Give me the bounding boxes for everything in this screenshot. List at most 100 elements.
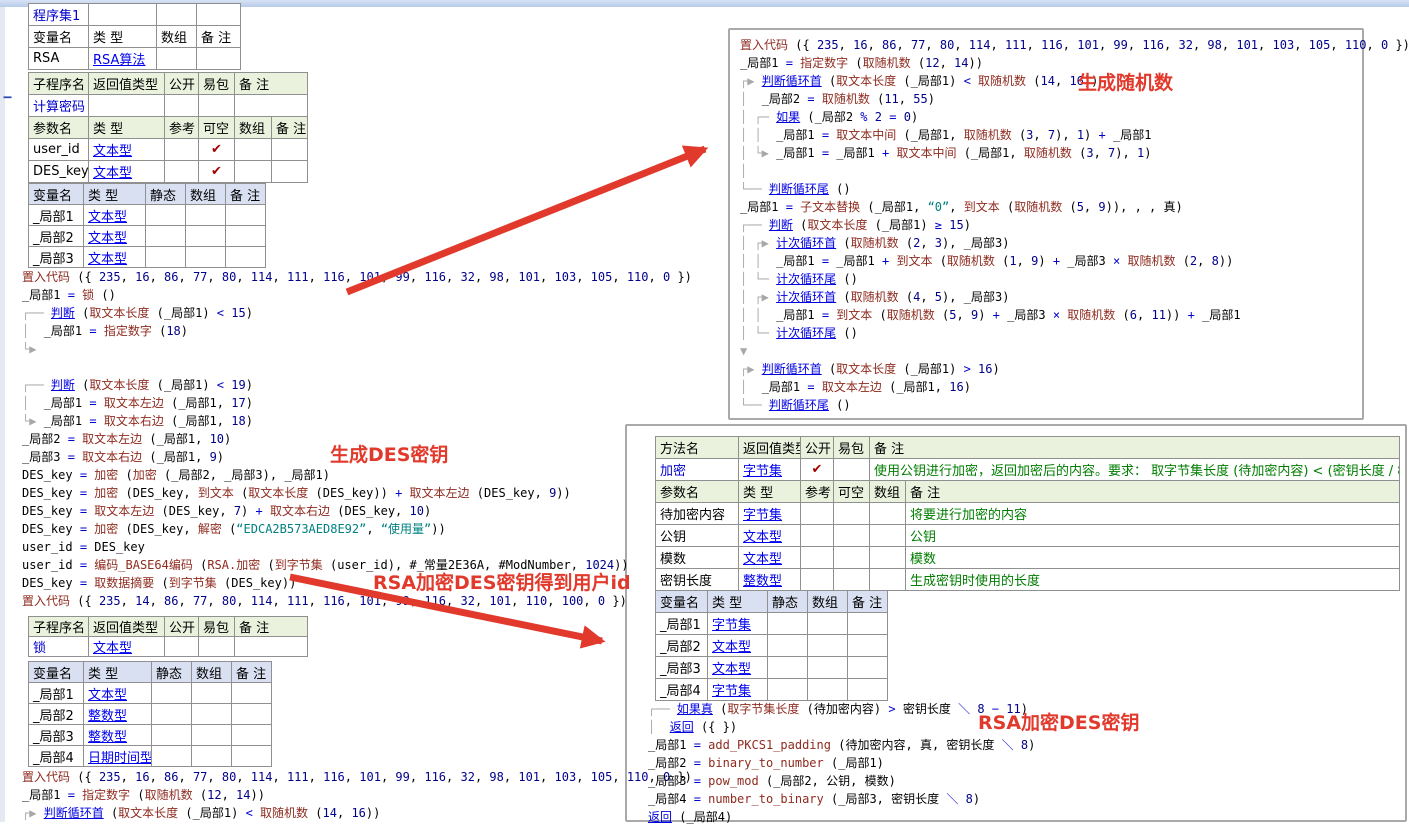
flow-keyword[interactable]: 判断循环尾 <box>769 398 829 412</box>
code-token: ( <box>157 378 164 392</box>
code-token: 77 <box>193 594 207 608</box>
code-token <box>217 576 224 590</box>
table-cell <box>186 226 226 247</box>
type-link[interactable]: 文本型 <box>84 683 152 704</box>
type-link[interactable]: 文本型 <box>739 547 801 569</box>
code-token: 18 <box>166 324 180 338</box>
type-link[interactable]: 文本型 <box>84 247 146 268</box>
flow-keyword[interactable]: 计次循环尾 <box>776 272 836 286</box>
table-cell: 数组 <box>157 26 197 48</box>
table-row: 模数文本型模数 <box>656 547 1400 569</box>
tree-connector-icon: │ │ <box>740 254 776 268</box>
code-token: 10 <box>210 432 224 446</box>
flow-keyword[interactable]: 返回 <box>670 720 694 734</box>
type-link[interactable]: 文本型 <box>739 525 801 547</box>
type-link[interactable]: 整数型 <box>84 725 152 746</box>
type-link[interactable]: 文本型 <box>708 635 768 657</box>
flow-keyword[interactable]: 计次循环首 <box>776 236 836 250</box>
code-token: ) <box>246 396 253 410</box>
flow-keyword[interactable]: 如果 <box>776 110 800 124</box>
code-token: 80 <box>940 38 954 52</box>
code-token <box>904 38 911 52</box>
table-cell <box>768 679 808 701</box>
code-token <box>962 38 969 52</box>
type-link[interactable]: 整数型 <box>739 569 801 591</box>
code-token: , <box>150 270 157 284</box>
code-line: │ │ _局部1 = 取文本中间 (_局部1, 取随机数 (3, 7), 1) … <box>740 126 1409 144</box>
code-token <box>547 270 554 284</box>
code-token: _局部2 <box>773 774 811 788</box>
flow-keyword[interactable]: 判断 <box>769 218 793 232</box>
code-token: { <box>84 594 91 608</box>
code-token: _局部1 <box>740 56 778 70</box>
code-token <box>951 702 958 716</box>
code-line: ┌▶ 判断循环首 (取文本长度 (_局部1) > 16) <box>740 360 1409 378</box>
code-token: DES_key <box>323 486 374 500</box>
type-link[interactable]: 文本型 <box>84 205 146 226</box>
code-token: , <box>1123 146 1130 160</box>
code-token: ) <box>1144 146 1151 160</box>
code-token: ) <box>424 504 431 518</box>
code-token: 116 <box>1142 38 1164 52</box>
flow-keyword[interactable]: 判断循环首 <box>762 362 822 376</box>
code-token: 取文本右边 <box>82 450 142 464</box>
type-link[interactable]: 整数型 <box>84 704 152 725</box>
code-token: 99 <box>395 270 409 284</box>
table-cell <box>232 746 272 767</box>
flow-keyword[interactable]: 判断 <box>51 378 75 392</box>
flow-keyword[interactable]: 计次循环尾 <box>776 326 836 340</box>
code-token: 111 <box>287 594 309 608</box>
code-token <box>210 306 217 320</box>
code-token <box>778 200 785 214</box>
code-token: user_id <box>22 540 73 554</box>
table-row: 密钥长度整数型生成密钥时使用的长度 <box>656 569 1400 591</box>
type-link[interactable]: RSA算法 <box>89 48 157 70</box>
type-link[interactable]: 文本型 <box>708 657 768 679</box>
code-token: , <box>905 738 912 752</box>
code-token <box>824 792 831 806</box>
type-link[interactable]: 文本型 <box>89 637 165 657</box>
code-token: 101 <box>359 594 381 608</box>
table-cell <box>848 657 888 679</box>
table-cell: _局部1 <box>656 613 708 635</box>
code-token: ) <box>1176 200 1183 214</box>
type-link[interactable]: 文本型 <box>89 161 165 183</box>
flow-keyword[interactable]: 判断循环尾 <box>769 182 829 196</box>
table-cell <box>768 613 808 635</box>
code-token <box>1012 128 1019 142</box>
table-row: RSARSA算法 <box>29 48 241 70</box>
code-token: _局部2 <box>22 432 60 446</box>
code-token: ( <box>964 146 971 160</box>
type-link[interactable]: 日期时间型 <box>84 746 152 767</box>
code-token: , <box>812 774 819 788</box>
code-token <box>118 468 125 482</box>
type-link[interactable]: 文本型 <box>89 139 165 161</box>
table-cell <box>801 525 834 547</box>
type-link[interactable]: 文本型 <box>84 226 146 247</box>
code-token <box>911 56 918 70</box>
table-row: 子程序名返回值类型公开易包备 注 <box>29 617 308 637</box>
code-token: ) <box>251 788 258 802</box>
flow-keyword[interactable]: 如果真 <box>677 702 713 716</box>
flow-keyword[interactable]: 判断 <box>51 306 75 320</box>
collapse-toggle-icon[interactable]: − <box>3 88 12 106</box>
code-token: ) <box>964 218 971 232</box>
table-cell <box>870 569 906 591</box>
type-link[interactable]: 字节集 <box>708 679 768 701</box>
flow-keyword[interactable]: 计次循环首 <box>776 290 836 304</box>
code-token <box>1070 128 1077 142</box>
type-link[interactable]: 字节集 <box>739 459 801 481</box>
type-link[interactable]: 字节集 <box>708 613 768 635</box>
code-line: _局部1 = 指定数字 (取随机数 (12, 14)) <box>740 54 1409 72</box>
tree-connector-icon: └── <box>740 182 769 196</box>
code-token: 取文本左边 <box>94 504 154 518</box>
code-token: 加密 <box>94 486 118 500</box>
table-cell <box>146 247 186 268</box>
code-token: ) <box>556 486 563 500</box>
flow-keyword[interactable]: 判断循环首 <box>762 74 822 88</box>
code-token: , <box>236 270 243 284</box>
code-token: 16 <box>351 806 365 820</box>
flow-keyword[interactable]: 判断循环首 <box>44 806 104 820</box>
type-link[interactable]: 字节集 <box>739 503 801 525</box>
code-token <box>620 770 627 784</box>
